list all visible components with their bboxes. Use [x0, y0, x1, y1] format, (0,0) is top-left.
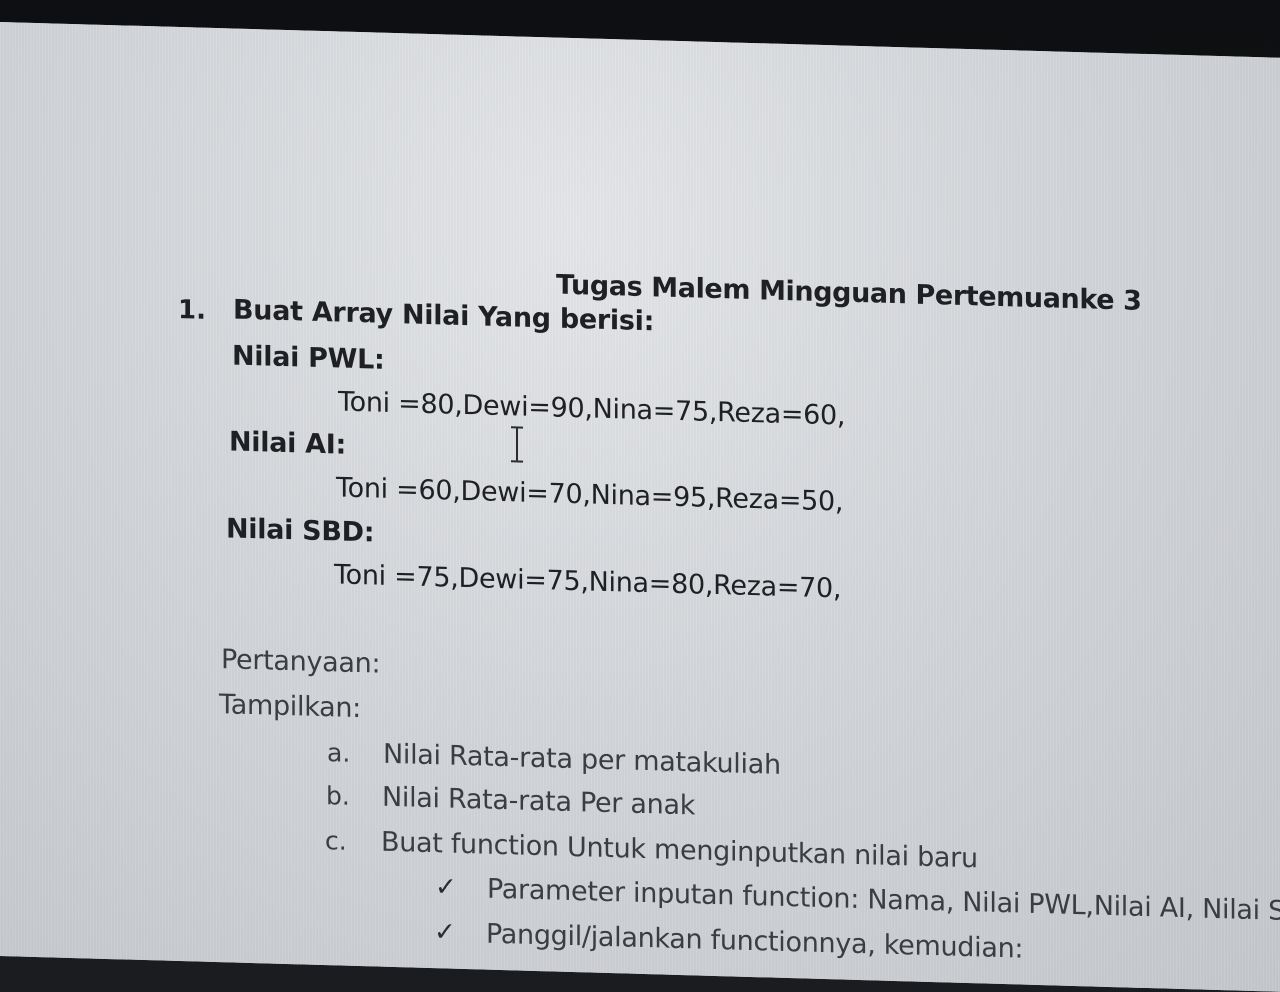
task-marker-a: a.	[327, 738, 351, 768]
section-values-ai: Toni =60,Dewi=70,Nina=95,Reza=50,	[336, 472, 844, 518]
document-screen: Tugas Malem Mingguan Pertemuanke 3 1. Bu…	[0, 22, 1280, 992]
task-text-b: Nilai Rata-rata Per anak	[382, 781, 696, 822]
task-marker-c: c.	[325, 826, 347, 856]
task-text-a: Nilai Rata-rata per matakuliah	[383, 738, 781, 781]
item-number: 1.	[178, 294, 206, 326]
question-heading: Pertanyaan:	[221, 644, 381, 680]
document-page: Tugas Malem Mingguan Pertemuanke 3 1. Bu…	[0, 22, 1280, 992]
section-values-pwl: Toni =80,Dewi=90,Nina=75,Reza=60,	[338, 386, 846, 432]
section-values-sbd: Toni =75,Dewi=75,Nina=80,Reza=70,	[334, 559, 842, 605]
task-marker-b: b.	[326, 781, 350, 811]
checkmark-icon: ✓	[434, 917, 456, 948]
task-text-c: Buat function Untuk menginputkan nilai b…	[381, 826, 978, 875]
text-cursor-icon	[510, 426, 524, 462]
display-heading: Tampilkan:	[219, 689, 361, 725]
section-label-sbd: Nilai SBD:	[226, 513, 375, 549]
section-label-pwl: Nilai PWL:	[232, 340, 385, 376]
section-label-ai: Nilai AI:	[229, 426, 347, 461]
subtask-text-2: Panggil/jalankan functionnya, kemudian:	[486, 918, 1024, 965]
subtask-text-1: Parameter inputan function: Nama, Nilai …	[487, 873, 1280, 927]
checkmark-icon: ✓	[435, 872, 457, 903]
